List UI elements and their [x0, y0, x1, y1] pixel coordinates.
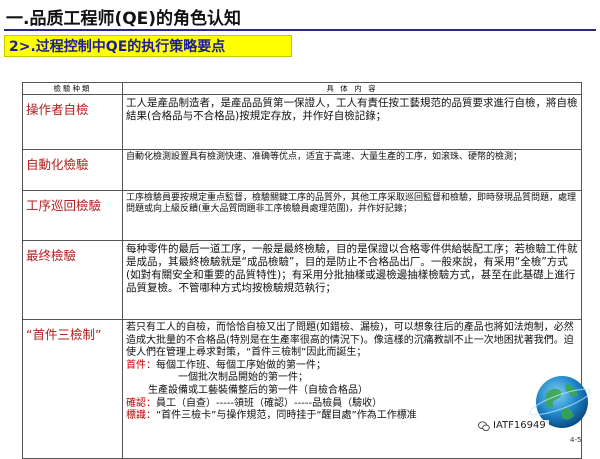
inspection-description: 每种零件的最后一道工序，一般是最終檢驗，目的是保證以合格零件供給裝配工序；若檢驗… [122, 240, 582, 320]
table-row: 工序巡回檢驗 工序檢驗員要按規定重点監督，檢驗關鍵工序的品質外，其他工序采取巡回… [22, 190, 582, 241]
mark-label: 標識： [126, 410, 156, 422]
confirm-label: 確認： [126, 397, 156, 409]
first-piece-line: 每個工作班、每個工序始做的第一件； [156, 359, 326, 371]
page-number: 4-5 [570, 436, 582, 444]
table-row: 操作者自檢 工人是產品制造者，是產品品質第一保證人，工人有責任按工藝規范的品質要… [22, 94, 582, 150]
inspection-type: 自動化檢驗 [22, 149, 123, 191]
slide: 一.品质工程师(QE)的角色认知 2>.过程控制中QE的执行策略要点 檢驗种類 … [0, 0, 600, 459]
table-row: 最终檢驗 每种零件的最后一道工序，一般是最終檢驗，目的是保證以合格零件供給裝配工… [22, 240, 582, 320]
first-piece-line: 生產設備或工藝裝備整后的第一件（自檢合格品） [148, 384, 368, 396]
inspection-type: “首件三檢制” [22, 319, 123, 459]
table-row: “首件三檢制” 若只有工人的自檢，而恰恰自檢又出了問題(如錯檢、漏檢)，可以想象… [22, 319, 582, 459]
inspection-description: 工人是產品制造者，是產品品質第一保證人，工人有責任按工藝規范的品質要求進行自檢，… [122, 94, 582, 150]
confirm-text: 員工（自查）-----領班（確認）-----品檢員（驗收） [156, 397, 383, 409]
table-row: 自動化檢驗 自動化檢測設置具有檢測快速、准确等优点，适宜于高速、大量生產的工序，… [22, 149, 582, 191]
table-header-row: 檢驗种類 具 体 内 容 [22, 82, 582, 95]
first-piece-line: 一個批次制品開始的第一件； [178, 372, 308, 384]
section-subtitle: 2>.过程控制中QE的执行策略要点 [4, 35, 292, 57]
page-title: 一.品质工程师(QE)的角色认知 [6, 9, 242, 29]
header-inspection-type: 檢驗种類 [22, 82, 123, 95]
first-piece-intro: 若只有工人的自檢，而恰恰自檢又出了問題(如錯檢、漏檢)，可以想象往后的產品也將如… [126, 322, 574, 359]
inspection-table: 檢驗种類 具 体 内 容 操作者自檢 工人是產品制造者，是產品品質第一保證人，工… [22, 82, 582, 459]
header-content: 具 体 内 容 [122, 82, 582, 95]
watermark-text: IATF16949 [493, 420, 546, 431]
wechat-icon [478, 421, 490, 432]
inspection-description: 若只有工人的自檢，而恰恰自檢又出了問題(如錯檢、漏檢)，可以想象往后的產品也將如… [122, 319, 582, 459]
title-divider [4, 29, 596, 31]
watermark: IATF16949 [475, 420, 549, 434]
inspection-description: 自動化檢測設置具有檢測快速、准确等优点，适宜于高速、大量生產的工序，如滚珠、硬幣… [122, 149, 582, 191]
first-piece-definition: 首件：每個工作班、每個工序始做的第一件； [126, 360, 578, 373]
inspection-type: 工序巡回檢驗 [22, 190, 123, 241]
first-piece-label: 首件： [126, 359, 156, 371]
mark-text: “首件三檢卡”与操作規范，同時挂于“醒目處”作為工作標准 [156, 410, 417, 422]
inspection-type: 操作者自檢 [22, 94, 123, 150]
inspection-description: 工序檢驗員要按規定重点監督，檢驗關鍵工序的品質外，其他工序采取巡回監督和檢驗，即… [122, 190, 582, 241]
confirm-line: 確認：員工（自查）-----領班（確認）-----品檢員（驗收） [126, 398, 578, 411]
inspection-type: 最终檢驗 [22, 240, 123, 320]
